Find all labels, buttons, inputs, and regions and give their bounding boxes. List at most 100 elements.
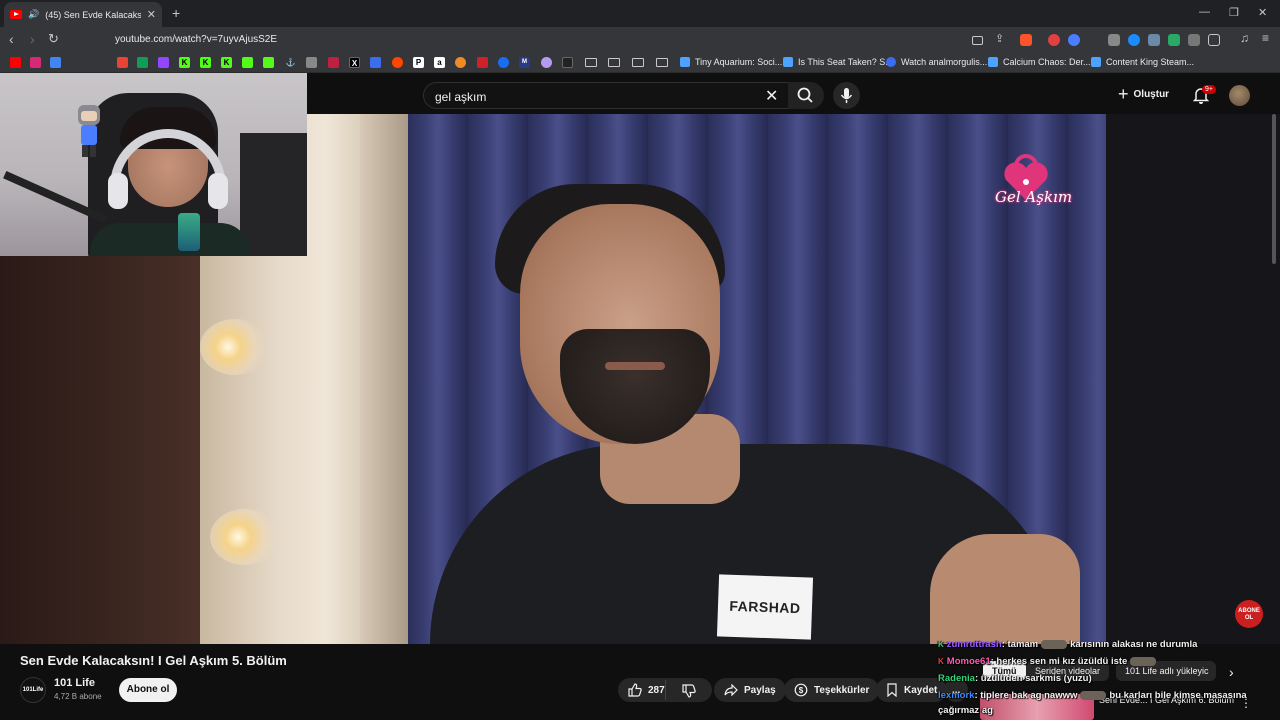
- youtube-bookmark-icon[interactable]: [10, 57, 21, 68]
- bookmark-link[interactable]: Tiny Aquarium: Soci...: [680, 57, 782, 67]
- browser-tab-strip: 🔊 (45) Sen Evde Kalacaksın! I Ge ✕ + — ❐…: [0, 0, 1280, 27]
- dislike-button[interactable]: [682, 684, 696, 703]
- share-icon[interactable]: ⇪: [995, 32, 1007, 45]
- amazon-bookmark-icon[interactable]: a: [434, 57, 445, 68]
- bookmark-icon[interactable]: [306, 57, 317, 68]
- bookmark-link[interactable]: Calcium Chaos: Der...: [988, 57, 1091, 67]
- search-box[interactable]: gel aşkım ✕: [423, 82, 824, 109]
- reload-button[interactable]: ↻: [48, 32, 59, 46]
- person-mouth: [605, 362, 665, 370]
- bookmark-icon[interactable]: [562, 57, 573, 68]
- search-input[interactable]: gel aşkım: [435, 90, 486, 104]
- chat-username: Momoe61: [946, 656, 991, 667]
- channel-name[interactable]: 101 Life: [54, 677, 95, 689]
- chat-username: lexmork: [938, 690, 975, 701]
- bookmark-icon[interactable]: [50, 57, 61, 68]
- chips-next-icon[interactable]: ›: [1229, 664, 1234, 680]
- bookmark-icon[interactable]: [328, 57, 339, 68]
- twitch-bookmark-icon[interactable]: [158, 57, 169, 68]
- thanks-button[interactable]: $ Teşekkürler: [784, 678, 880, 702]
- bookmark-link[interactable]: Is This Seat Taken? S...: [783, 57, 893, 67]
- close-window-button[interactable]: ✕: [1258, 6, 1267, 19]
- extension-icon[interactable]: [1128, 34, 1140, 46]
- channel-avatar[interactable]: 101Life: [20, 677, 46, 703]
- forward-button[interactable]: ›: [30, 32, 35, 46]
- bookmark-label: Is This Seat Taken? S...: [798, 57, 893, 67]
- bookmark-icon[interactable]: [263, 57, 274, 68]
- kick-bookmark-icon[interactable]: K: [221, 57, 232, 68]
- kick-bookmark-icon[interactable]: K: [200, 57, 211, 68]
- address-bar[interactable]: youtube.com/watch?v=7uyvAjusS2E: [115, 34, 277, 45]
- bookmark-icon: [887, 683, 897, 697]
- chat-message: çağırmaz ag: [938, 705, 993, 716]
- bookmark-icon[interactable]: [498, 57, 509, 68]
- bookmark-icon[interactable]: [370, 57, 381, 68]
- save-button[interactable]: Kaydet: [876, 678, 948, 702]
- bookmark-icon[interactable]: [541, 57, 552, 68]
- instagram-bookmark-icon[interactable]: [30, 57, 41, 68]
- bookmark-icon[interactable]: P: [413, 57, 424, 68]
- kick-bookmark-icon[interactable]: K: [179, 57, 190, 68]
- extension-icon[interactable]: [1108, 34, 1120, 46]
- chat-text: : tiplere bak ag nawww: [974, 690, 1078, 701]
- cast-icon[interactable]: [972, 36, 983, 45]
- extension-icon[interactable]: [1068, 34, 1080, 46]
- share-arrow-icon: [724, 684, 738, 696]
- anchor-bookmark-icon[interactable]: ⚓: [285, 57, 296, 68]
- voice-search-button[interactable]: [833, 82, 860, 109]
- thumbs-up-icon: [628, 683, 642, 697]
- x-bookmark-icon[interactable]: X: [349, 57, 360, 68]
- folder-icon[interactable]: [608, 58, 620, 67]
- menu-icon[interactable]: ≡: [1262, 31, 1274, 45]
- close-tab-icon[interactable]: ✕: [147, 8, 156, 21]
- browser-tab[interactable]: 🔊 (45) Sen Evde Kalacaksın! I Ge ✕: [4, 2, 162, 27]
- folder-icon[interactable]: [656, 58, 668, 67]
- subscribe-button[interactable]: Abone ol: [119, 678, 177, 702]
- sidebar-icon[interactable]: [1208, 34, 1220, 46]
- extension-icon[interactable]: [1168, 34, 1180, 46]
- search-icon: [797, 87, 813, 103]
- gmail-bookmark-icon[interactable]: [117, 57, 128, 68]
- bookmark-icon[interactable]: [455, 57, 466, 68]
- bookmark-link[interactable]: Content King Steam...: [1091, 57, 1194, 67]
- new-tab-button[interactable]: +: [172, 5, 180, 21]
- folder-icon[interactable]: [632, 58, 644, 67]
- bookmark-icon[interactable]: [242, 57, 253, 68]
- account-avatar[interactable]: [1229, 85, 1250, 106]
- create-button[interactable]: + Oluştur: [1118, 85, 1169, 103]
- search-button[interactable]: [788, 82, 824, 109]
- create-label: Oluştur: [1133, 88, 1170, 100]
- drive-bookmark-icon[interactable]: [137, 57, 148, 68]
- svg-text:$: $: [799, 686, 804, 695]
- minimize-button[interactable]: —: [1199, 6, 1210, 18]
- scrollbar-thumb[interactable]: [1272, 114, 1276, 264]
- speaker-icon[interactable]: 🔊: [28, 9, 39, 20]
- person-arm: [930, 534, 1080, 644]
- reddit-bookmark-icon[interactable]: [392, 57, 403, 68]
- light-bulb: [200, 319, 270, 375]
- video-backdrop: [1106, 114, 1280, 644]
- like-button[interactable]: 287: [628, 683, 665, 697]
- bookmark-label: Watch analmorgulis...: [901, 57, 988, 67]
- brave-shield-icon[interactable]: [1020, 34, 1032, 46]
- extension-icon[interactable]: [1188, 34, 1200, 46]
- webcam-overlay: [0, 73, 307, 256]
- extension-icon[interactable]: [1148, 34, 1160, 46]
- streamer-torso: [90, 223, 250, 256]
- back-button[interactable]: ‹: [9, 32, 14, 46]
- emote-icon: [1041, 639, 1068, 649]
- light-bulb: [210, 509, 280, 565]
- folder-icon[interactable]: [585, 58, 597, 67]
- background-panel: [240, 133, 307, 256]
- rgb-light: [178, 213, 200, 251]
- subscribe-badge[interactable]: ABONE OL: [1235, 600, 1263, 628]
- bookmark-icon[interactable]: M: [519, 57, 530, 68]
- music-icon[interactable]: ♫: [1240, 31, 1252, 45]
- bookmark-icon[interactable]: [477, 57, 488, 68]
- restore-button[interactable]: ❐: [1229, 6, 1239, 19]
- bookmark-link[interactable]: Watch analmorgulis...: [886, 57, 987, 67]
- share-button[interactable]: Paylaş: [714, 678, 786, 702]
- clear-search-icon[interactable]: ✕: [765, 86, 778, 106]
- extension-icon[interactable]: [1048, 34, 1060, 46]
- headset-earcup: [208, 173, 228, 209]
